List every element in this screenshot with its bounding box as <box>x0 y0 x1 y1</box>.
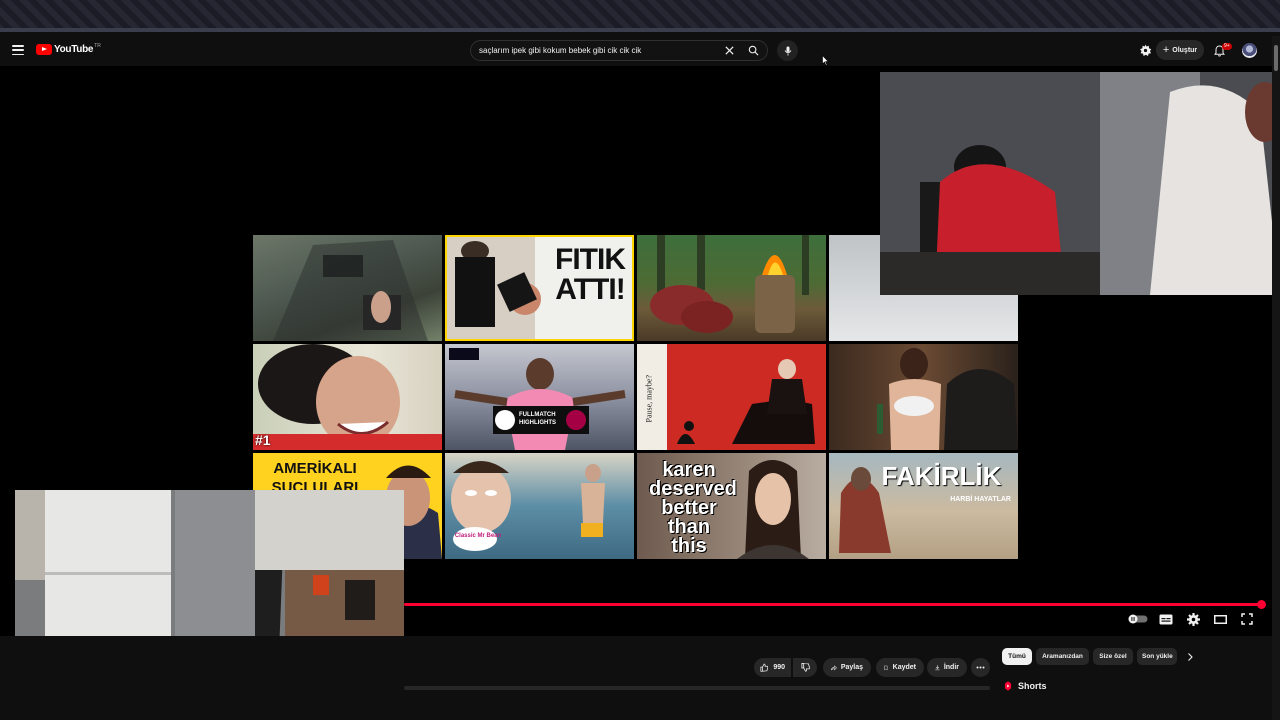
autoplay-toggle[interactable] <box>1128 612 1148 626</box>
video-thumbnail[interactable] <box>829 344 1018 450</box>
video-thumbnail[interactable]: Pause, maybe? <box>637 344 826 450</box>
clear-search-icon[interactable] <box>724 45 735 56</box>
video-thumbnail[interactable]: FAKİRLİK HARBİ HAYATLAR <box>829 453 1018 559</box>
shorts-icon <box>1004 681 1012 691</box>
tile-subtitle: HARBİ HAYATLAR <box>950 496 1011 503</box>
tile-caption: karen deserved better than this <box>649 459 737 557</box>
tile-caption: FULLMATCH HIGHLIGHTS <box>519 412 556 426</box>
thumbnail-art <box>637 344 815 450</box>
mic-icon <box>784 46 791 55</box>
search-icon <box>748 45 758 56</box>
share-label: Paylaş <box>840 664 863 671</box>
notification-badge: 9+ <box>1222 43 1232 50</box>
create-label: Oluştur <box>1172 46 1198 54</box>
thumbs-down-icon <box>800 663 810 672</box>
thumbnail-art <box>253 344 442 450</box>
tile-caption: Pause, maybe? <box>644 374 654 423</box>
chip-for-you[interactable]: Size özel <box>1093 648 1133 665</box>
video-thumbnail[interactable]: #1 <box>253 344 442 450</box>
more-horizontal-icon <box>976 666 985 669</box>
video-thumbnail[interactable] <box>253 235 442 341</box>
webcam-feed <box>880 72 1280 295</box>
tile-caption: FITIK ATTI! <box>555 243 626 306</box>
chevron-right-icon[interactable] <box>1186 652 1194 662</box>
bookmark-icon <box>884 665 888 670</box>
horizontal-scrollbar[interactable] <box>404 686 990 690</box>
download-label: İndir <box>943 664 959 671</box>
theater-mode-button[interactable] <box>1212 612 1228 626</box>
youtube-logo[interactable]: YouTube TR <box>36 42 101 55</box>
cast-studio-icon[interactable] <box>1139 44 1152 57</box>
tile-caption: FAKİRLİK <box>881 461 1002 491</box>
save-button[interactable]: Kaydet <box>876 658 924 677</box>
autoplay-toggle-icon <box>1128 614 1148 624</box>
like-count: 990 <box>773 664 785 671</box>
youtube-play-icon <box>36 44 52 55</box>
thumbs-up-icon <box>760 663 769 672</box>
fullscreen-button[interactable] <box>1239 612 1255 626</box>
video-thumbnail[interactable]: karen deserved better than this <box>637 453 826 559</box>
mouse-cursor-icon <box>822 55 829 66</box>
progress-scrubber[interactable] <box>1257 600 1266 609</box>
share-icon <box>831 664 837 670</box>
more-actions-button[interactable] <box>971 658 990 677</box>
thumbnail-art <box>273 240 428 341</box>
streamer-webcam-overlay <box>880 72 1280 295</box>
chip-all[interactable]: Tümü <box>1002 648 1032 665</box>
theater-mode-icon <box>1213 614 1227 624</box>
voice-search-button[interactable] <box>777 40 798 61</box>
video-thumbnail[interactable]: Classic Mr Bean <box>445 453 634 559</box>
fullscreen-icon <box>1241 613 1253 625</box>
search-button[interactable] <box>738 40 768 61</box>
dislike-button[interactable] <box>793 658 817 677</box>
page-scrollbar[interactable] <box>1272 36 1280 720</box>
logo-region: TR <box>94 42 101 49</box>
download-button[interactable]: İndir <box>927 658 967 677</box>
thumbnail-art <box>451 461 605 551</box>
gear-icon <box>1186 612 1200 626</box>
share-button[interactable]: Paylaş <box>823 658 871 677</box>
tile-caption: #1 <box>255 432 271 448</box>
menu-icon[interactable] <box>12 45 24 55</box>
thumbnail-art <box>877 348 1018 450</box>
shorts-label: Shorts <box>1018 681 1047 691</box>
subtitles-icon <box>1159 614 1173 624</box>
create-button[interactable]: + Oluştur <box>1156 40 1204 60</box>
save-label: Kaydet <box>892 664 916 671</box>
download-icon <box>935 665 940 671</box>
search-box <box>470 40 768 61</box>
video-thumbnail[interactable] <box>637 235 826 341</box>
video-thumbnail[interactable]: FITIK ATTI! <box>445 235 634 341</box>
account-avatar[interactable] <box>1242 43 1257 58</box>
shorts-shelf-title: Shorts <box>1004 681 1047 691</box>
like-button[interactable]: 990 <box>754 658 791 677</box>
logo-text: YouTube <box>54 44 94 55</box>
screen: YouTube TR +Oluştur 9+ <box>0 0 1280 720</box>
tile-caption: Classic Mr Bean <box>454 533 502 539</box>
search-input[interactable] <box>471 41 711 60</box>
thumbnail-art <box>650 235 809 333</box>
plus-icon: + <box>1162 44 1170 56</box>
desktop-pattern-strip <box>0 0 1280 32</box>
subtitles-button[interactable] <box>1158 612 1174 626</box>
video-thumbnail[interactable]: FULLMATCH HIGHLIGHTS <box>445 344 634 450</box>
page-scrollbar-thumb[interactable] <box>1274 45 1278 71</box>
chip-from-search[interactable]: Aramanızdan <box>1036 648 1089 665</box>
chip-recently-uploaded[interactable]: Son yükle <box>1137 648 1177 665</box>
progress-bar[interactable] <box>404 603 1262 606</box>
thumbnail-art <box>449 348 626 450</box>
settings-button[interactable] <box>1185 612 1201 626</box>
